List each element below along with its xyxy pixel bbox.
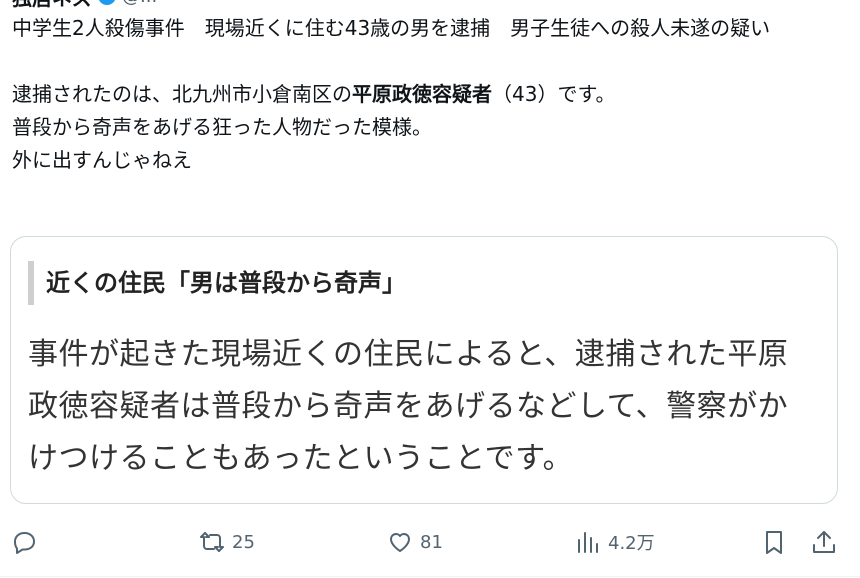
bookmark-icon: [766, 531, 782, 554]
share-button[interactable]: [810, 520, 838, 564]
divider: [0, 576, 860, 577]
retweet-count: 25: [232, 531, 255, 553]
quoted-image-card[interactable]: 近くの住民「男は普段から奇声」 事件が起きた現場近くの住民によると、逮捕された平…: [10, 236, 838, 504]
card-heading: 近くの住民「男は普段から奇声」: [28, 261, 406, 305]
verified-badge-icon: [98, 0, 116, 5]
tweet-line-3: 外に出すんじゃねえ: [12, 148, 192, 172]
share-icon: [813, 531, 835, 553]
views-count: 4.2万: [608, 533, 655, 554]
reply-button[interactable]: [10, 520, 44, 564]
reply-icon: [14, 532, 35, 554]
like-button[interactable]: 81: [386, 520, 443, 564]
views-button[interactable]: 4.2万: [574, 520, 655, 564]
tweet-text: 中学生2人殺傷事件 現場近くに住む43歳の男を逮捕 男子生徒への殺人未遂の疑い …: [12, 12, 832, 177]
tweet-actions: 25 81 4.2万: [0, 520, 860, 564]
tweet-headline: 中学生2人殺傷事件 現場近くに住む43歳の男を逮捕 男子生徒への殺人未遂の疑い: [12, 16, 771, 40]
retweet-icon: [200, 532, 224, 552]
tweet-author-row: 独居ネズ @...: [12, 0, 157, 10]
bookmark-button[interactable]: [760, 520, 788, 564]
author-handle[interactable]: @...: [122, 0, 157, 7]
tweet-line-1-post: （43）です。: [492, 82, 616, 106]
like-count: 81: [420, 531, 443, 553]
analytics-icon: [578, 532, 598, 553]
tweet-line-1: 逮捕されたのは、北九州市小倉南区の平原政徳容疑者（43）です。: [12, 78, 832, 111]
retweet-button[interactable]: 25: [198, 520, 255, 564]
suspect-name: 平原政徳容疑者: [352, 82, 492, 106]
author-name[interactable]: 独居ネズ: [12, 0, 92, 11]
tweet-line-1-pre: 逮捕されたのは、北九州市小倉南区の: [12, 82, 352, 106]
tweet-line-2: 普段から奇声をあげる狂った人物だった模様。: [12, 115, 432, 139]
card-body: 事件が起きた現場近くの住民によると、逮捕された平原政徳容疑者は普段から奇声をあげ…: [28, 337, 789, 476]
heart-icon: [390, 533, 410, 552]
